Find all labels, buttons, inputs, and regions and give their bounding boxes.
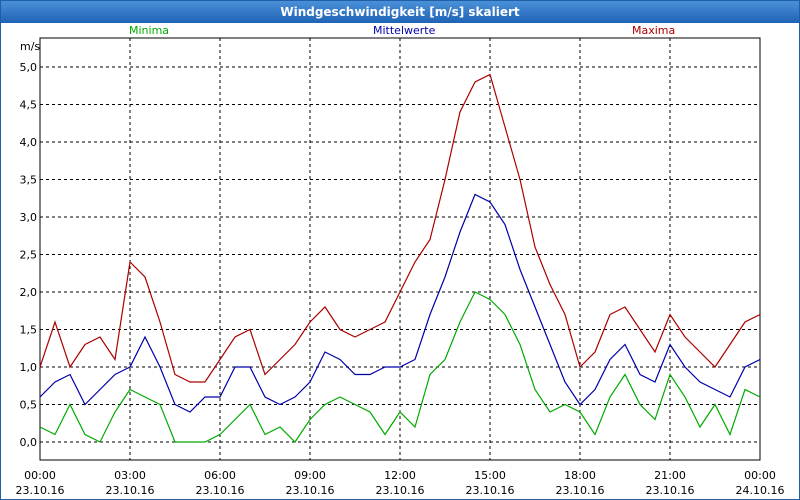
series-line-maxima [39,73,761,383]
x-tick-date: 23.10.16 [286,484,335,497]
x-tick-time: 09:00 [294,469,326,482]
x-tick-date: 23.10.16 [466,484,515,497]
y-tick-label: 2,5 [20,249,38,262]
y-tick-label: 1,0 [20,361,38,374]
x-tick-time: 12:00 [384,469,416,482]
wind-speed-chart: 0,0 0,5 1,0 1,5 2,0 2,5 3,0 3,5 4,0 4,5 5,0 m/s 00:0… [16,37,785,497]
x-tick-time: 15:00 [474,469,506,482]
x-tick-date: 23.10.16 [106,484,155,497]
x-tick-time: 21:00 [654,469,686,482]
x-tick-date: 23.10.16 [16,484,65,497]
y-tick-label: 0,5 [20,399,38,412]
x-tick-time: 18:00 [564,469,596,482]
x-tick-date: 23.10.16 [646,484,695,497]
x-tick-time: 06:00 [204,469,236,482]
y-axis-unit: m/s [20,40,40,53]
y-tick-label: 2,0 [20,286,38,299]
y-tick-label: 4,0 [20,136,38,149]
y-tick-label: 3,5 [20,174,38,187]
x-tick-date: 23.10.16 [376,484,425,497]
x-tick-time: 00:00 [24,469,56,482]
y-tick-label: 3,0 [20,211,38,224]
y-tick-label: 5,0 [20,61,38,74]
y-tick-label: 1,5 [20,324,38,337]
x-tick-time: 00:00 [744,469,776,482]
x-tick-date: 24.10.16 [736,484,785,497]
x-tick-date: 23.10.16 [556,484,605,497]
x-tick-time: 03:00 [114,469,146,482]
y-tick-label: 4,5 [20,99,38,112]
x-tick-date: 23.10.16 [196,484,245,497]
y-tick-label: 0,0 [20,436,38,449]
